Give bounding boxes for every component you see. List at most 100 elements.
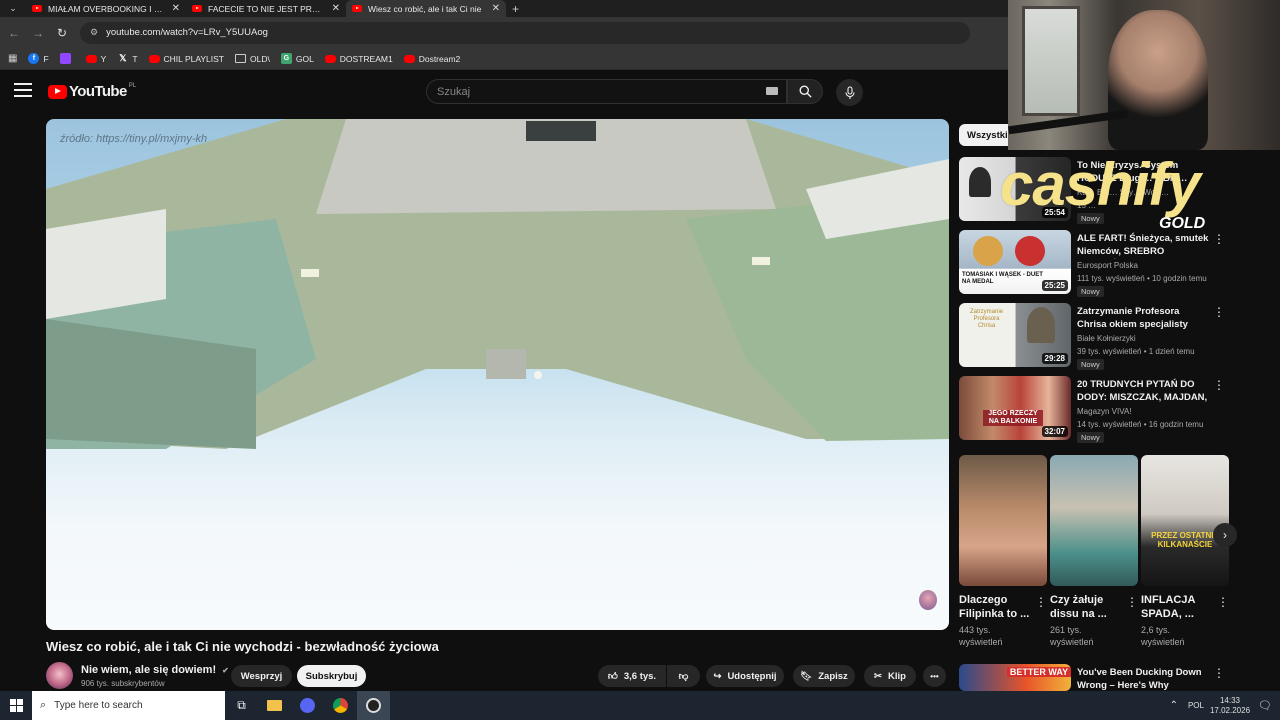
share-button[interactable]: ↪ Udostępnij — [706, 665, 784, 687]
clock[interactable]: 14:33 17.02.2026 — [1210, 696, 1250, 716]
video-thumbnail[interactable]: JEGO RZECZY NA BALKONIE 32:07 — [959, 376, 1071, 440]
chrome-button[interactable] — [324, 691, 357, 720]
taskbar-search-input[interactable]: ⌕ Type here to search — [32, 691, 225, 720]
browser-tab[interactable]: MIAŁAM OVERBOOKING I NIE ✕ — [26, 0, 186, 17]
sponsor-tier: GOLD — [1159, 215, 1206, 232]
bookmark-folder[interactable]: OLD\ — [235, 54, 270, 64]
more-vert-icon[interactable]: ⋮ — [1217, 595, 1229, 609]
windows-logo-icon — [9, 699, 23, 712]
subscribe-label: Subskrybuj — [305, 670, 358, 682]
save-label: Zapisz — [818, 670, 848, 682]
recommendation-item[interactable]: JEGO RZECZY NA BALKONIE 32:07 20 TRUDNYC… — [959, 376, 1229, 443]
bookmark-item[interactable]: 𝕏T — [117, 53, 137, 64]
task-view-button[interactable]: ⧉ — [225, 691, 258, 720]
close-icon[interactable]: ✕ — [332, 3, 340, 14]
reload-icon[interactable]: ↻ — [50, 26, 74, 40]
country-code: PL — [128, 83, 137, 89]
short-item[interactable]: PRZEZ OSTATNIE KILKANAŚCIE INFLACJA SPAD… — [1141, 455, 1229, 648]
bookmark-item[interactable]: CHIL PLAYLIST — [148, 54, 224, 64]
forward-icon[interactable]: → — [26, 26, 50, 40]
voice-search-button[interactable] — [836, 79, 863, 106]
bookmark-item[interactable]: Y — [85, 54, 106, 64]
browser-tab[interactable]: FACECIE TO NIE JEST PRZYPADE ✕ — [186, 0, 346, 17]
bookmark-item[interactable]: Dostream2 — [403, 54, 460, 64]
video-thumbnail[interactable]: BETTER WAY — [959, 664, 1071, 691]
more-actions-button[interactable]: ••• — [923, 665, 946, 687]
recommendation-channel: Magazyn VIVA! — [1077, 407, 1132, 416]
support-button[interactable]: Wesprzyj — [231, 665, 292, 687]
shorts-next-button[interactable]: › — [1213, 523, 1237, 547]
x-icon: 𝕏 — [119, 53, 127, 63]
tab-search-button[interactable]: ⌄ — [0, 0, 26, 17]
chevron-up-icon[interactable]: ⌃ — [1170, 700, 1178, 711]
clip-button[interactable]: ✂ Klip — [864, 665, 916, 687]
search-placeholder: Szukaj — [437, 85, 471, 98]
channel-watermark-icon[interactable] — [919, 590, 937, 610]
folder-icon — [235, 54, 246, 63]
recommendation-item[interactable]: TOMASIAK I WĄSEK - DUET NA MEDAL 25:25 A… — [959, 230, 1229, 297]
close-icon[interactable]: ✕ — [172, 3, 180, 14]
more-icon: ••• — [930, 671, 939, 681]
youtube-wordmark: YouTube — [69, 83, 127, 100]
back-icon[interactable]: ← — [2, 26, 26, 40]
notifications-icon[interactable]: 🗨︎ — [1258, 699, 1272, 712]
youtube-logo[interactable]: YouTube PL — [48, 83, 136, 100]
obs-button[interactable] — [357, 691, 390, 720]
sponsor-logo: cashify — [1000, 151, 1201, 218]
source-overlay-text: źródło: https://tiny.pl/mxjmy-kh — [60, 133, 208, 145]
tab-title: MIAŁAM OVERBOOKING I NIE — [48, 3, 166, 14]
search-input[interactable]: Szukaj — [426, 79, 787, 104]
like-button[interactable]: 👍︎ 3,6 tys. — [598, 665, 666, 687]
url-input[interactable]: ⚙ youtube.com/watch?v=LRv_Y5UUAog — [80, 21, 970, 44]
short-thumbnail[interactable] — [1050, 455, 1138, 586]
chrome-icon — [333, 698, 348, 713]
recommendation-item[interactable]: Zatrzymanie Profesora Chrisa 29:28 Zatrz… — [959, 303, 1229, 370]
youtube-play-icon — [48, 84, 67, 99]
thumbnail-text: JEGO RZECZY NA BALKONIE — [983, 410, 1043, 426]
more-vert-icon[interactable]: ⋮ — [1213, 378, 1225, 392]
video-thumbnail[interactable]: TOMASIAK I WĄSEK - DUET NA MEDAL 25:25 — [959, 230, 1071, 294]
short-thumbnail[interactable]: PRZEZ OSTATNIE KILKANAŚCIE — [1141, 455, 1229, 586]
bookmark-item[interactable]: DOSTREAM1 — [324, 54, 393, 64]
bookmark-item[interactable]: G GOL — [280, 53, 314, 64]
short-thumbnail[interactable] — [959, 455, 1047, 586]
bookmark-item[interactable]: fF — [28, 53, 49, 64]
more-vert-icon[interactable]: ⋮ — [1213, 232, 1225, 246]
dislike-button[interactable]: 👎︎ — [667, 665, 700, 687]
apps-button[interactable]: ▦ — [8, 53, 17, 64]
new-badge: Nowy — [1077, 359, 1104, 370]
duration-badge: 32:07 — [1041, 426, 1068, 437]
site-info-icon[interactable]: ⚙ — [90, 27, 98, 38]
language-indicator[interactable]: POL — [1188, 701, 1204, 710]
like-count: 3,6 tys. — [623, 670, 657, 682]
bookmark-label: T — [132, 53, 138, 64]
keyboard-icon[interactable] — [766, 87, 778, 95]
youtube-favicon-icon — [192, 5, 202, 12]
recommendation-title: 20 TRUDNYCH PYTAŃ DO DODY: MISZCZAK, MAJ… — [1077, 379, 1208, 403]
more-vert-icon[interactable]: ⋮ — [1035, 595, 1047, 609]
more-vert-icon[interactable]: ⋮ — [1213, 666, 1225, 680]
start-button[interactable] — [0, 691, 32, 720]
recommendation-channel: Białe Kołnierzyki — [1077, 334, 1136, 343]
short-item[interactable]: Czy żałuje dissu na ... 261 tys. wyświet… — [1050, 455, 1138, 648]
system-tray: ⌃ POL 14:33 17.02.2026 🗨︎ — [1170, 691, 1280, 720]
recommendation-item[interactable]: BETTER WAY You've Been Ducking Down Wron… — [959, 664, 1229, 691]
channel-avatar[interactable] — [46, 662, 73, 689]
menu-icon[interactable] — [14, 83, 32, 97]
video-thumbnail[interactable]: Zatrzymanie Profesora Chrisa 29:28 — [959, 303, 1071, 367]
search-button[interactable] — [787, 79, 823, 104]
new-tab-button[interactable]: + — [512, 2, 519, 16]
discord-button[interactable] — [291, 691, 324, 720]
short-item[interactable]: Dlaczego Filipinka to ... 443 tys. wyświ… — [959, 455, 1047, 648]
more-vert-icon[interactable]: ⋮ — [1213, 305, 1225, 319]
save-button[interactable]: 🔖︎ Zapisz — [793, 665, 855, 687]
more-vert-icon[interactable]: ⋮ — [1126, 595, 1138, 609]
close-icon[interactable]: ✕ — [492, 3, 500, 14]
subscribe-button[interactable]: Subskrybuj — [297, 665, 366, 687]
browser-tab-active[interactable]: Wiesz co robić, ale i tak Ci nie ✕ — [346, 0, 506, 17]
bookmark-item[interactable] — [59, 53, 75, 64]
file-explorer-button[interactable] — [258, 691, 291, 720]
chevron-right-icon: › — [1223, 528, 1227, 542]
channel-name[interactable]: Nie wiem, ale się dowiem! ✔ — [81, 664, 229, 676]
video-player[interactable]: źródło: https://tiny.pl/mxjmy-kh — [46, 119, 949, 630]
